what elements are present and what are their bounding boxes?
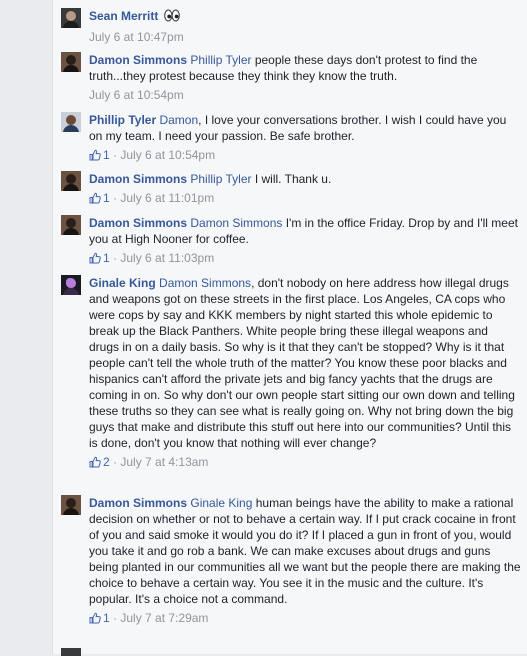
comment-timestamp[interactable]: July 6 at 10:47pm	[89, 30, 184, 44]
meta-separator: ·	[109, 191, 121, 205]
like-count[interactable]: 2	[103, 455, 110, 469]
like-icon[interactable]	[89, 252, 101, 268]
comment-meta: 2 · July 7 at 4:13am	[89, 454, 521, 472]
comment-mention[interactable]: Damon Simmons	[190, 216, 282, 230]
eyes-emoji-icon	[163, 9, 180, 26]
comment-text: I will. Thank u.	[251, 172, 332, 186]
like-icon[interactable]	[89, 612, 101, 628]
like-icon[interactable]	[89, 149, 101, 165]
comment-text: human beings have the ability to make a …	[89, 496, 521, 606]
comment-author[interactable]: Ginale King	[89, 276, 156, 290]
comment-timestamp[interactable]: July 7 at 4:13am	[120, 455, 208, 469]
comment-thread: Sean Merritt July 6 at 10:47pm Damon Sim…	[52, 0, 527, 656]
like-count[interactable]: 1	[103, 191, 110, 205]
avatar[interactable]	[61, 648, 81, 656]
avatar[interactable]	[61, 171, 81, 191]
comment-mention[interactable]: Ginale King	[190, 496, 252, 510]
comment-meta: 1 · July 6 at 10:54pm	[89, 147, 521, 165]
comment-author[interactable]: Damon Simmons	[89, 496, 187, 510]
comment-timestamp[interactable]: July 7 at 7:29am	[120, 611, 208, 625]
avatar[interactable]	[61, 275, 81, 295]
avatar[interactable]	[61, 52, 81, 72]
comment-timestamp[interactable]: July 6 at 10:54pm	[89, 88, 184, 102]
comment-text: , don't nobody on here address how illeg…	[89, 276, 515, 450]
comment-timestamp[interactable]: July 6 at 11:03pm	[120, 251, 214, 265]
meta-separator: ·	[109, 611, 121, 625]
comment-meta: 1 · July 6 at 11:03pm	[89, 250, 521, 268]
comment-mention[interactable]: Phillip Tyler	[190, 53, 251, 67]
like-icon[interactable]	[89, 192, 101, 208]
comment-meta: 1 · July 6 at 11:01pm	[89, 190, 521, 208]
meta-separator: ·	[109, 251, 121, 265]
comment-timestamp[interactable]: July 6 at 11:01pm	[120, 191, 214, 205]
comment-author[interactable]: Damon Simmons	[89, 172, 187, 186]
comment-mention[interactable]: Damon	[159, 113, 198, 127]
avatar[interactable]	[61, 495, 81, 515]
avatar[interactable]	[61, 112, 81, 132]
like-count[interactable]: 1	[103, 611, 110, 625]
like-icon[interactable]	[89, 456, 101, 472]
like-count[interactable]: 1	[103, 251, 110, 265]
comment-timestamp[interactable]: July 6 at 10:54pm	[120, 148, 215, 162]
meta-separator: ·	[109, 455, 121, 469]
comment-author[interactable]: Sean Merritt	[89, 9, 158, 23]
comment-author[interactable]: Damon Simmons	[89, 216, 187, 230]
comment-mention[interactable]: Phillip Tyler	[190, 172, 251, 186]
avatar[interactable]	[61, 215, 81, 235]
comment-meta: 1 · July 7 at 7:29am	[89, 610, 521, 628]
comment-meta: July 6 at 10:54pm	[89, 87, 521, 103]
meta-separator: ·	[109, 148, 121, 162]
comment-author[interactable]: Damon Simmons	[89, 53, 187, 67]
comment-meta: July 6 at 10:47pm	[89, 29, 521, 45]
comment-mention[interactable]: Damon Simmons	[159, 276, 251, 290]
like-count[interactable]: 1	[103, 148, 110, 162]
avatar[interactable]	[61, 8, 81, 28]
comment-author[interactable]: Phillip Tyler	[89, 113, 156, 127]
